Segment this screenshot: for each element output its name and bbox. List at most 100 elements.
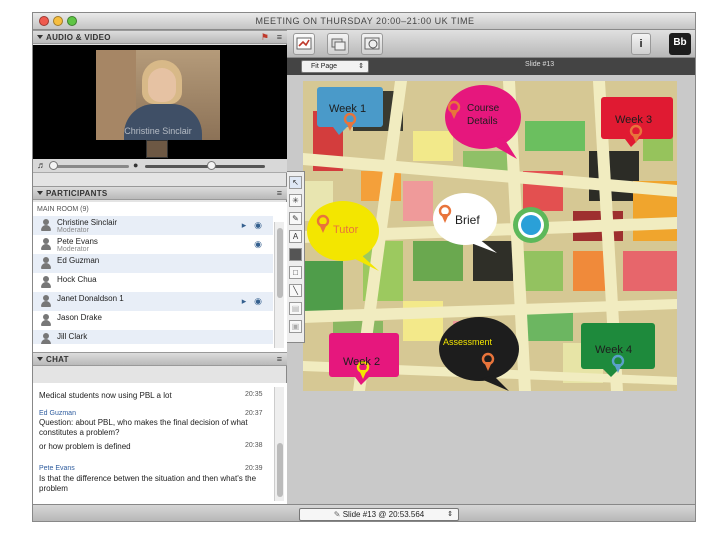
chat-message: or how problem is defined (39, 442, 131, 451)
slide-history-select[interactable]: ✎ Slide #13 @ 20:53.564 ⇕ (299, 508, 459, 521)
audio-video-title: AUDIO & VIDEO (46, 33, 111, 42)
panel-menu-icon[interactable]: ≡ (277, 354, 282, 364)
speaker-icon[interactable]: ♬ (37, 160, 46, 170)
user-icon (41, 219, 51, 232)
speaker-volume-slider[interactable] (49, 165, 129, 168)
rect-tool-icon[interactable]: □ (289, 266, 302, 279)
participants-title: PARTICIPANTS (46, 189, 108, 198)
pen-tool-icon[interactable]: ✎ (289, 212, 302, 225)
pointer-tool-icon[interactable]: ↖ (289, 176, 302, 189)
chevron-updown-icon: ⇕ (447, 511, 453, 518)
user-icon (41, 314, 51, 327)
chat-time: 20:37 (245, 410, 263, 417)
user-icon (41, 257, 51, 270)
info-button[interactable]: i (631, 33, 651, 55)
whiteboard-header: Fit Page ⇕ Slide #13 (287, 58, 695, 75)
chat-title: CHAT (46, 355, 69, 364)
left-panels: AUDIO & VIDEO ⚑ ≡ Christine Sinclair ♬ ● (33, 30, 287, 504)
chat-header[interactable]: CHAT ≡ (33, 352, 287, 366)
bottom-bar: ✎ Slide #13 @ 20:53.564 ⇕ (33, 504, 695, 521)
target-marker (513, 207, 549, 243)
tutor-label: Tutor (333, 224, 359, 236)
user-icon (41, 238, 51, 251)
user-icon (41, 276, 51, 289)
participant-row[interactable]: Pete Evans Moderator ◉ (33, 235, 273, 254)
mic-volume-slider[interactable] (145, 165, 265, 168)
whiteboard-icon (296, 37, 312, 50)
megaphone-icon[interactable]: ⚑ (261, 32, 269, 43)
whiteboard-mode-button[interactable] (293, 33, 315, 55)
chat-author: Pete Evans (39, 465, 75, 472)
chevron-updown-icon: ⇕ (358, 63, 364, 70)
blackboard-logo: Bb (669, 33, 691, 55)
zoom-window-button[interactable] (67, 16, 77, 26)
week2-label: Week 2 (343, 356, 380, 368)
chat-time: 20:39 (245, 465, 263, 472)
sparkle-tool-icon[interactable]: ✳ (289, 194, 302, 207)
triangle-down-icon[interactable] (37, 357, 43, 361)
title-bar: MEETING ON THURSDAY 20:00–21:00 UK TIME (33, 13, 695, 30)
participant-row[interactable]: Ed Guzman (33, 254, 273, 273)
webcam-feed: Christine Sinclair (96, 50, 220, 140)
panel-menu-icon[interactable]: ≡ (277, 188, 282, 198)
triangle-down-icon[interactable] (37, 35, 43, 39)
chat-list: Medical students now using PBL a lot 20:… (33, 383, 287, 504)
video-camera-icon[interactable]: ▸ (239, 296, 249, 306)
close-window-button[interactable] (39, 16, 49, 26)
screenshot-tool-icon[interactable]: ▣ (289, 320, 302, 333)
city-map-illustration: Week 1 Course Details Week 3 Tutor Brief … (303, 81, 677, 391)
main-toolbar: i Bb (287, 30, 695, 58)
participant-row[interactable]: Jason Drake (33, 311, 273, 330)
participants-header[interactable]: PARTICIPANTS ≡ (33, 186, 287, 200)
video-area: Christine Sinclair (33, 45, 287, 159)
collaborate-window: MEETING ON THURSDAY 20:00–21:00 UK TIME … (32, 12, 696, 522)
user-icon (41, 295, 51, 308)
microphone-icon[interactable]: ● (133, 160, 138, 170)
chat-scrollbar[interactable] (274, 387, 284, 501)
week3-label: Week 3 (615, 114, 652, 126)
week4-label: Week 4 (595, 344, 632, 356)
microphone-icon[interactable]: ◉ (253, 296, 263, 306)
chat-time: 20:35 (245, 391, 263, 398)
room-label: MAIN ROOM (9) (37, 206, 89, 213)
triangle-down-icon[interactable] (37, 191, 43, 195)
week1-label: Week 1 (329, 103, 366, 115)
window-title: MEETING ON THURSDAY 20:00–21:00 UK TIME (255, 16, 475, 26)
filled-rect-tool-icon[interactable] (289, 248, 302, 261)
chat-time: 20:38 (245, 442, 263, 449)
pencil-icon: ✎ (333, 510, 343, 519)
microphone-icon[interactable]: ◉ (253, 239, 263, 249)
globe-icon (364, 37, 380, 50)
user-icon (41, 333, 51, 344)
mic-volume-knob[interactable] (207, 161, 216, 170)
chat-message: Question: about PBL, who makes the final… (39, 418, 248, 437)
text-tool-icon[interactable]: A (289, 230, 302, 243)
chat-author: Ed Guzman (39, 410, 76, 417)
video-thumbnail[interactable] (146, 140, 168, 158)
whiteboard-stage: Week 1 Course Details Week 3 Tutor Brief … (287, 75, 695, 503)
slide-label: Slide #13 (525, 61, 555, 68)
chat-message: Is that the difference betwen the situat… (39, 474, 257, 493)
chat-message: Medical students now using PBL a lot (39, 391, 172, 400)
clipboard-tool-icon[interactable]: ▤ (289, 302, 302, 315)
participant-row[interactable]: Jill Clark (33, 330, 273, 344)
participant-row[interactable]: Hock Chua (33, 273, 273, 292)
video-camera-icon[interactable]: ▸ (239, 220, 249, 230)
speaker-volume-knob[interactable] (49, 161, 58, 170)
audio-video-header[interactable]: AUDIO & VIDEO ⚑ ≡ (33, 30, 287, 44)
microphone-icon[interactable]: ◉ (253, 220, 263, 230)
participant-row[interactable]: Janet Donaldson 1 ▸ ◉ (33, 292, 273, 311)
participants-list: MAIN ROOM (9) Christine Sinclair Moderat… (33, 202, 287, 352)
whiteboard-tool-palette: ↖ ✳ ✎ A □ ╲ ▤ ▣ (287, 171, 305, 343)
participants-scrollbar[interactable] (274, 222, 284, 348)
zoom-select[interactable]: Fit Page ⇕ (301, 60, 369, 73)
participant-row[interactable]: Christine Sinclair Moderator ▸ ◉ (33, 216, 273, 235)
app-share-button[interactable] (327, 33, 349, 55)
brief-label: Brief (455, 213, 480, 227)
minimize-window-button[interactable] (53, 16, 63, 26)
panel-menu-icon[interactable]: ≡ (277, 32, 282, 42)
app-share-icon (331, 38, 346, 51)
web-tour-button[interactable] (361, 33, 383, 55)
camera-caption: Christine Sinclair (124, 126, 192, 136)
line-tool-icon[interactable]: ╲ (289, 284, 302, 297)
